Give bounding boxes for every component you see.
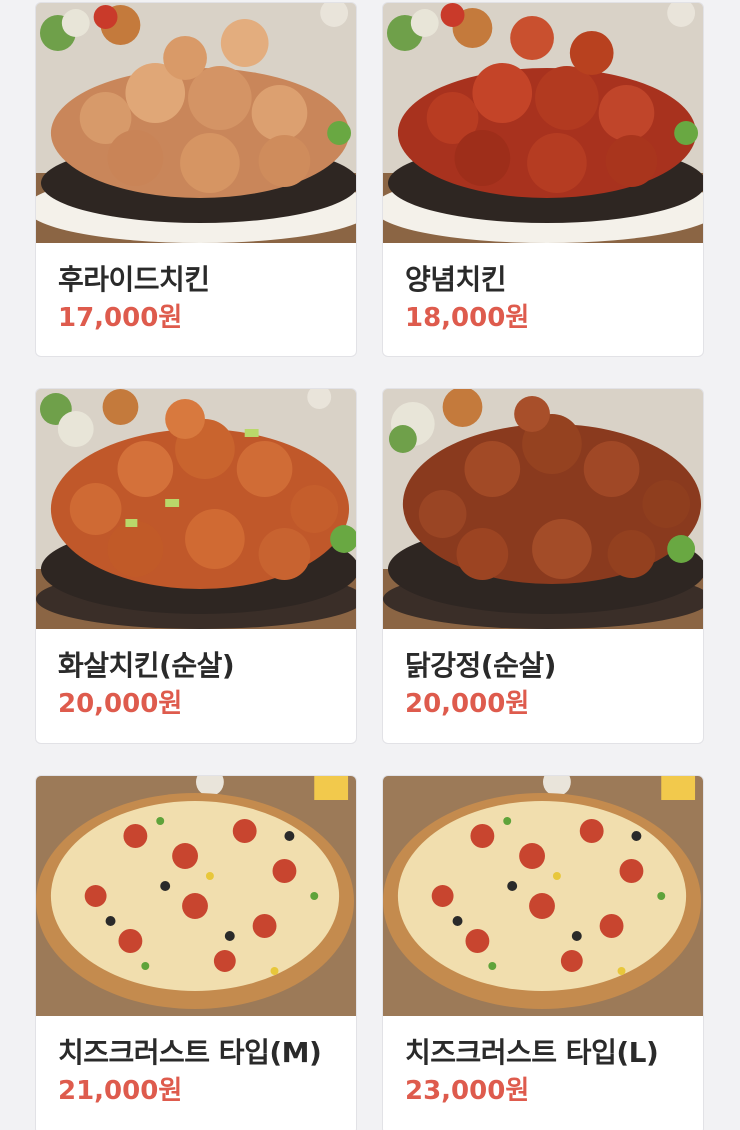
menu-card[interactable]: 화살치킨(순살) 20,000원: [35, 388, 357, 744]
menu-item-name: 양념치킨: [405, 263, 507, 296]
menu-card[interactable]: 양념치킨 18,000원: [382, 2, 704, 357]
menu-card-info: 화살치킨(순살) 20,000원: [36, 629, 356, 721]
menu-item-name: 화살치킨(순살): [58, 649, 235, 682]
menu-item-price: 20,000원: [405, 689, 530, 719]
menu-card[interactable]: 치즈크러스트 타입(M) 21,000원: [35, 775, 357, 1130]
menu-card-info: 후라이드치킨 17,000원: [36, 243, 356, 335]
menu-item-price: 18,000원: [405, 303, 530, 333]
hwasal-chicken-image: [36, 389, 356, 629]
menu-card[interactable]: 후라이드치킨 17,000원: [35, 2, 357, 357]
fried-chicken-image: [36, 3, 356, 243]
menu-card-info: 치즈크러스트 타입(L) 23,000원: [383, 1016, 703, 1108]
menu-card[interactable]: 닭강정(순살) 20,000원: [382, 388, 704, 744]
menu-card[interactable]: 치즈크러스트 타입(L) 23,000원: [382, 775, 704, 1130]
cheese-crust-pizza-image: [36, 776, 356, 1016]
menu-item-name: 치즈크러스트 타입(M): [58, 1036, 322, 1069]
menu-card-info: 닭강정(순살) 20,000원: [383, 629, 703, 721]
menu-card-info: 양념치킨 18,000원: [383, 243, 703, 335]
menu-item-name: 닭강정(순살): [405, 649, 556, 682]
menu-item-price: 20,000원: [58, 689, 183, 719]
menu-item-name: 후라이드치킨: [58, 263, 210, 296]
menu-item-price: 21,000원: [58, 1076, 183, 1106]
menu-grid: 후라이드치킨 17,000원 양념치킨 18,000원 화살치킨(순살) 20,…: [0, 0, 740, 1130]
dakgangjeong-image: [383, 389, 703, 629]
seasoned-chicken-image: [383, 3, 703, 243]
menu-item-price: 23,000원: [405, 1076, 530, 1106]
menu-item-price: 17,000원: [58, 303, 183, 333]
menu-item-name: 치즈크러스트 타입(L): [405, 1036, 659, 1069]
cheese-crust-pizza-image: [383, 776, 703, 1016]
menu-card-info: 치즈크러스트 타입(M) 21,000원: [36, 1016, 356, 1108]
